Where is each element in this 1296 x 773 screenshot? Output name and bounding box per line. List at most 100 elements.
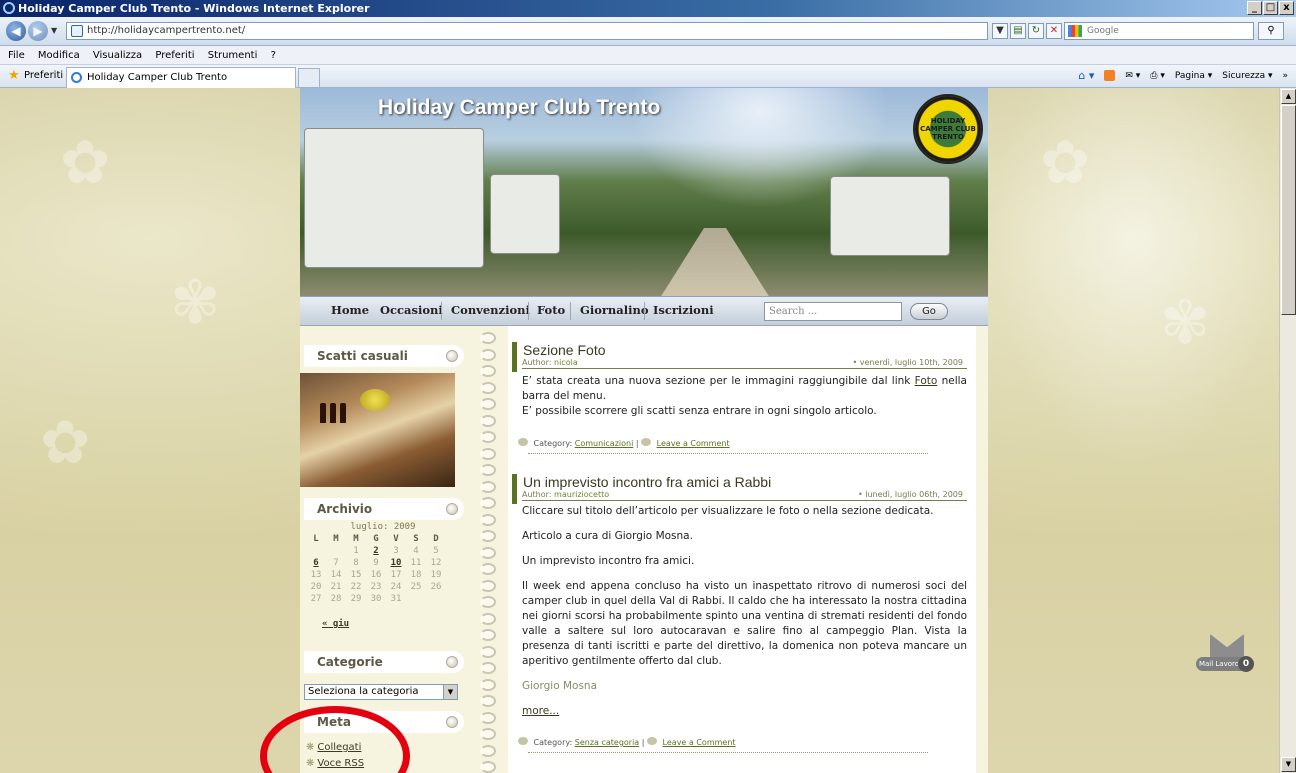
new-tab-button[interactable] (298, 68, 320, 88)
post-date: • lunedì, luglio 06th, 2009 (857, 490, 963, 499)
category-link[interactable]: Comunicazioni (575, 439, 634, 448)
window-controls: _ □ x (1247, 1, 1294, 15)
calendar-day[interactable]: 10 (386, 558, 406, 570)
post-author: Author: nicola (522, 358, 578, 367)
window-title: Holiday Camper Club Trento - Windows Int… (18, 2, 370, 15)
spiral-ring (480, 711, 496, 724)
calendar-day: 15 (350, 570, 362, 580)
random-photo[interactable] (300, 373, 455, 487)
scroll-up-button[interactable]: ▲ (1281, 89, 1296, 104)
category-select[interactable]: Seleziona la categoria ▼ (304, 684, 458, 700)
website: Holiday Camper Club Trento HOLIDAY CAMPE… (260, 88, 988, 773)
page-icon (71, 25, 83, 37)
site-search-go-button[interactable]: Go (910, 303, 948, 320)
spiral-ring (480, 612, 496, 625)
widget-bullet-icon (446, 350, 458, 362)
vertical-scrollbar[interactable]: ▲ ▼ (1279, 88, 1296, 773)
author-label: Author: (522, 490, 552, 499)
post-meta: Author: nicola • venerdì, luglio 10th, 2… (522, 358, 967, 369)
close-button[interactable]: x (1279, 1, 1294, 15)
leave-comment-link[interactable]: Leave a Comment (657, 439, 730, 448)
background-leaf-decoration: ✿ (40, 408, 91, 478)
nav-iscrizioni[interactable]: Iscrizioni (653, 303, 714, 317)
calendar-day (406, 594, 426, 606)
rss-feed-icon[interactable] (1104, 70, 1116, 81)
calendar-day[interactable]: 2 (366, 546, 386, 558)
calendar-day: 7 (333, 558, 339, 568)
tab-holiday-camper[interactable]: Holiday Camper Club Trento (66, 67, 296, 88)
foto-link[interactable]: Foto (915, 375, 938, 387)
spiral-ring (480, 497, 496, 509)
minimize-button[interactable]: _ (1247, 1, 1262, 15)
site-search-input[interactable]: Search ... (764, 302, 902, 321)
calendar-day: 31 (390, 594, 402, 604)
post-footer: Category: Comunicazioni | Leave a Commen… (518, 438, 730, 448)
calendar-day: 27 (310, 594, 322, 604)
calendar-day: 9 (373, 558, 379, 568)
menu-file[interactable]: File (8, 50, 25, 61)
photo-flowers (360, 389, 390, 411)
calendar-weekday: V (393, 534, 399, 544)
back-button[interactable]: ◀ (6, 21, 26, 41)
menu-visualizza[interactable]: Visualizza (93, 50, 142, 61)
mail-notifier-widget[interactable]: Mail Lavoro 0 (1196, 630, 1258, 672)
calendar-weekday: G (373, 534, 379, 544)
search-placeholder: Google (1087, 26, 1119, 36)
stop-button[interactable]: ✕ (1046, 23, 1062, 39)
nav-occasioni[interactable]: Occasioni (380, 303, 443, 317)
menu-strumenti[interactable]: Strumenti (208, 50, 258, 61)
calendar-day: 3 (393, 546, 399, 556)
widget-categorie-header: Categorie (304, 651, 464, 673)
favorites-star-icon[interactable]: ★ (8, 69, 20, 83)
favorites-button[interactable]: Preferiti (24, 65, 63, 87)
calendar-weekday: S (413, 534, 419, 544)
more-chevron-icon[interactable]: » (1282, 65, 1288, 87)
ie-logo-icon (3, 2, 15, 14)
security-menu[interactable]: Sicurezza ▾ (1222, 65, 1272, 87)
mail-count-badge: 0 (1238, 656, 1254, 672)
post-paragraph: Il week end appena concluso ha visto un … (522, 580, 967, 667)
scroll-down-button[interactable]: ▼ (1281, 757, 1296, 772)
spiral-ring (480, 629, 496, 641)
site-title[interactable]: Holiday Camper Club Trento (378, 96, 660, 120)
more-link[interactable]: more... (522, 705, 559, 717)
nav-giornalino[interactable]: Giornalino (580, 303, 649, 317)
forward-button[interactable]: ▶ (28, 21, 48, 41)
nav-separator (441, 302, 442, 320)
url-text: http://holidaycampertrento.net/ (87, 25, 246, 36)
author-name[interactable]: mauriziocetto (554, 490, 609, 499)
maximize-button[interactable]: □ (1263, 1, 1278, 15)
print-icon[interactable]: ⎙ ▾ (1150, 65, 1165, 87)
calendar: L M M G V S D 1 2 3 4 5 6 7 8 9 10 11 12 13 14 15 16 17 1… (306, 534, 446, 606)
widget-bullet-icon (446, 503, 458, 515)
page-menu[interactable]: Pagina ▾ (1175, 65, 1212, 87)
nav-convenzioni[interactable]: Convenzioni (451, 303, 530, 317)
calendar-header-row: L M M G V S D (306, 534, 446, 546)
nav-foto[interactable]: Foto (537, 303, 565, 317)
site-header-banner: Holiday Camper Club Trento HOLIDAY CAMPE… (300, 88, 988, 296)
address-dropdown-button[interactable]: ▼ (992, 23, 1008, 39)
calendar-day: 12 (430, 558, 442, 568)
history-dropdown-icon[interactable]: ▼ (51, 26, 57, 35)
menu-help[interactable]: ? (271, 50, 276, 61)
category-link[interactable]: Senza categoria (575, 738, 639, 747)
search-button[interactable]: ⚲ (1258, 22, 1284, 40)
calendar-prev-month-link[interactable]: « giu (322, 619, 349, 629)
menu-bar: File Modifica Visualizza Preferiti Strum… (0, 46, 1296, 65)
sidebar: Scatti casuali Archivio luglio: 2009 L M… (260, 326, 468, 773)
background-leaf-decoration: ✿ (1040, 128, 1091, 198)
spiral-ring (480, 728, 496, 740)
scroll-thumb[interactable] (1281, 105, 1296, 315)
address-input[interactable]: http://holidaycampertrento.net/ (66, 22, 988, 40)
author-name[interactable]: nicola (554, 358, 578, 367)
compatibility-view-icon[interactable]: ▤ (1010, 23, 1026, 39)
search-input[interactable]: Google (1064, 22, 1254, 40)
menu-preferiti[interactable]: Preferiti (155, 50, 194, 61)
refresh-button[interactable]: ↻ (1028, 23, 1044, 39)
home-icon[interactable]: ⌂ ▾ (1078, 65, 1094, 87)
nav-home[interactable]: Home (331, 303, 369, 317)
menu-modifica[interactable]: Modifica (38, 50, 80, 61)
leave-comment-link[interactable]: Leave a Comment (663, 738, 736, 747)
mail-icon[interactable]: ✉ ▾ (1125, 65, 1140, 87)
calendar-day[interactable]: 6 (306, 558, 326, 570)
